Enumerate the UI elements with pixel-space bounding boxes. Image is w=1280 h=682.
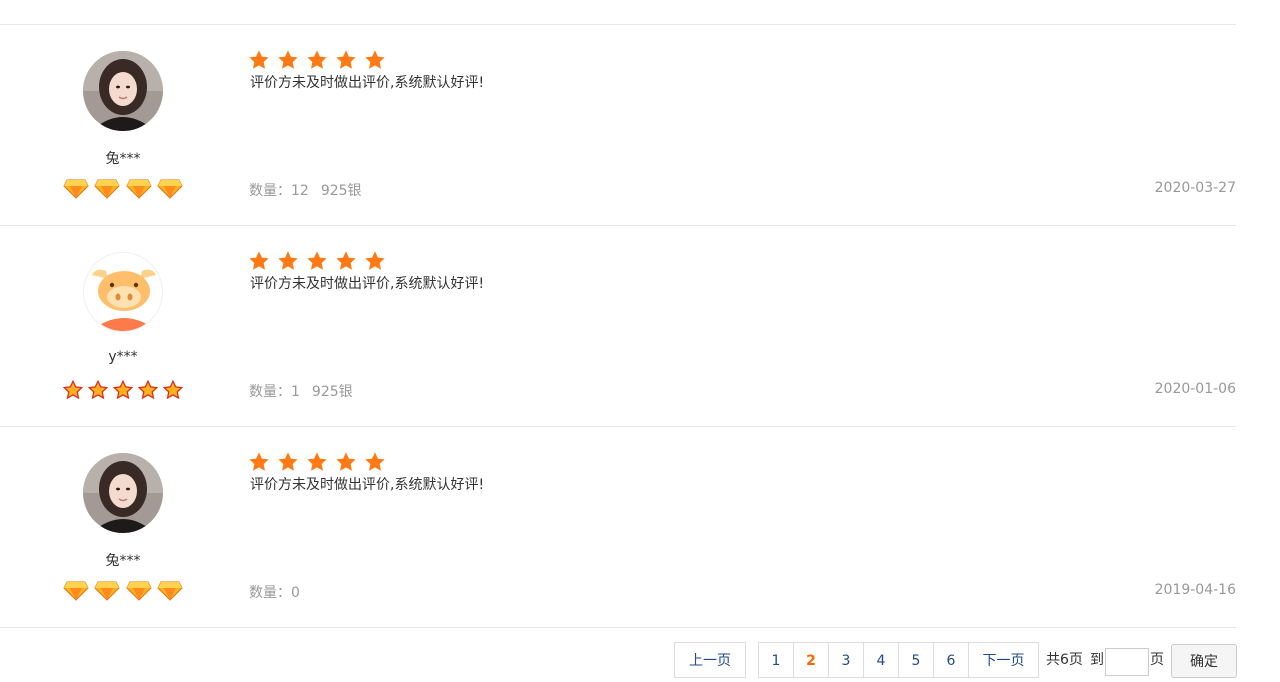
review-item: 兔*** 评价方未及时做出评价,系统默认好评! 数量：0 2019-04-16 [0,427,1236,628]
rating-stars [248,250,388,272]
quantity-value: 0 [291,585,300,601]
star-icon [306,49,330,69]
quantity-label: 数量： [249,183,291,199]
red-star-icon [62,380,83,400]
star-icon [277,451,301,471]
review-item: y*** 评价方未及时做出评价,系统默认好评! 数量：1 925银 2020-01… [0,226,1236,427]
prev-page-button[interactable]: 上一页 [674,642,746,678]
review-content: 评价方未及时做出评价,系统默认好评! [250,75,485,91]
star-icon [248,451,272,471]
username: 兔*** [105,151,141,167]
star-icon [306,451,330,471]
star-icon [335,49,359,69]
diamond-icon [63,179,89,199]
review-content: 评价方未及时做出评价,系统默认好评! [250,477,485,493]
goto-label: 到 [1090,652,1104,668]
quantity-label: 数量： [249,585,291,601]
review-date: 2020-01-06 [1154,381,1236,397]
next-page-button[interactable]: 下一页 [969,642,1039,678]
red-star-icon [163,380,184,400]
star-icon [277,49,301,69]
avatar[interactable] [83,51,163,131]
diamond-icon [94,179,121,199]
user-level [60,380,186,402]
total-pages: 共6页 [1046,652,1083,668]
red-star-icon [113,380,133,400]
diamond-icon [157,581,183,601]
material-label: 925银 [320,183,362,199]
page-button-3[interactable]: 3 [829,642,864,678]
review-date: 2020-03-27 [1154,180,1236,196]
review-date: 2019-04-16 [1154,582,1236,598]
page-button-5[interactable]: 5 [899,642,934,678]
review-meta: 数量：12 925银 [249,180,372,200]
material-label: 925银 [311,384,353,400]
page-button-4[interactable]: 4 [864,642,899,678]
avatar[interactable] [83,252,163,332]
star-icon [306,250,330,270]
star-icon [364,451,388,471]
star-icon [335,250,359,270]
diamond-icon [63,581,89,601]
diamond-icon [125,179,152,199]
username: y*** [108,349,138,365]
red-star-icon [87,380,108,400]
quantity-value: 12 [291,183,309,199]
diamond-icon [157,179,183,199]
red-star-icon [138,380,159,400]
review-content: 评价方未及时做出评价,系统默认好评! [250,276,485,292]
diamond-icon [125,581,152,601]
rating-stars [248,49,388,71]
confirm-button[interactable]: 确定 [1171,644,1237,678]
user-level [60,581,186,603]
review-meta: 数量：0 [249,582,310,602]
star-icon [277,250,301,270]
diamond-icon [94,581,121,601]
page-button-6[interactable]: 6 [934,642,969,678]
page-button-1[interactable]: 1 [758,642,794,678]
star-icon [364,250,388,270]
user-level [60,179,186,201]
pagination: 上一页 1 2 3 4 5 6 下一页 共6页 到 页 确定 [0,642,1280,682]
star-icon [364,49,388,69]
page-number-input[interactable] [1105,648,1149,676]
quantity-value: 1 [291,384,300,400]
review-item: 兔*** 评价方未及时做出评价,系统默认好评! 数量：12 925银 2020-0… [0,25,1236,226]
star-icon [248,49,272,69]
star-icon [335,451,359,471]
page-button-2-current[interactable]: 2 [794,642,829,678]
avatar[interactable] [83,453,163,533]
quantity-label: 数量： [249,384,291,400]
page-unit-label: 页 [1150,652,1164,668]
rating-stars [248,451,388,473]
username: 兔*** [105,553,141,569]
review-meta: 数量：1 925银 [249,381,363,401]
star-icon [248,250,272,270]
